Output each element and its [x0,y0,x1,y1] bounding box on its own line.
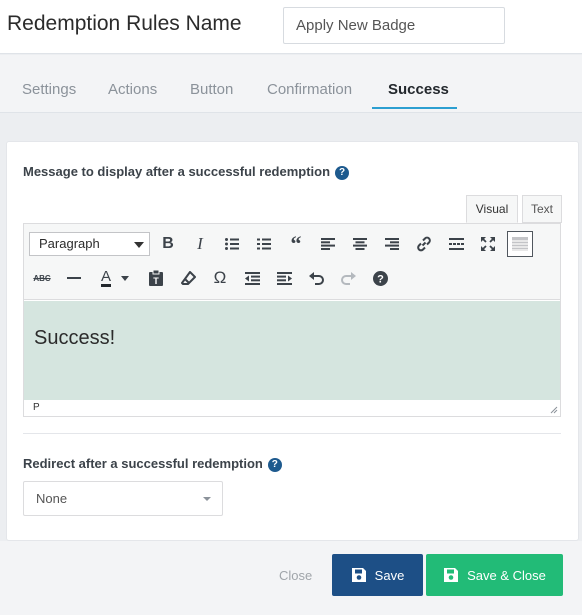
text-color-icon[interactable]: A [94,266,118,290]
tab-success[interactable]: Success [388,81,449,98]
indent-icon[interactable] [272,266,296,290]
align-left-icon[interactable] [316,232,340,256]
editor-statusbar: P [24,400,560,416]
align-center-icon[interactable] [348,232,372,256]
save-button-label: Save [374,567,405,583]
special-character-icon[interactable]: Ω [208,266,232,290]
redirect-select[interactable]: None [23,481,223,516]
format-select-value: Paragraph [39,236,100,251]
redirect-label-text: Redirect after a successful redemption [23,456,263,471]
rule-name-input[interactable] [283,7,505,44]
tab-settings[interactable]: Settings [22,81,76,98]
floppy-disk-icon [351,568,366,582]
editor-content-area[interactable]: Success! [24,301,560,400]
save-and-close-button-label: Save & Close [467,567,546,583]
text-color-dropdown[interactable] [118,266,132,290]
message-help-icon[interactable]: ? [335,166,350,180]
tab-bar: Settings Actions Button Confirmation Suc… [0,55,582,113]
help-icon[interactable]: ? [368,266,392,290]
redirect-select-value: None [36,491,68,506]
redirect-help-icon[interactable]: ? [267,458,282,472]
text-color-letter: A [100,267,111,287]
redo-icon[interactable] [336,266,360,290]
section-divider [23,433,561,434]
toolbar-toggle-icon[interactable] [507,231,533,257]
numbered-list-icon[interactable] [252,232,276,256]
page-title: Redemption Rules Name [7,12,242,35]
text-mode-tab[interactable]: Text [522,195,562,223]
visual-mode-tab[interactable]: Visual [466,195,518,223]
undo-icon[interactable] [304,266,328,290]
success-card: Message to display after a successful re… [6,141,579,541]
message-label-text: Message to display after a successful re… [23,164,331,179]
tab-actions[interactable]: Actions [108,81,157,98]
bold-icon[interactable]: B [156,232,180,256]
message-label: Message to display after a successful re… [23,164,350,180]
tab-button[interactable]: Button [190,81,233,98]
link-icon[interactable] [412,232,436,256]
tab-confirmation[interactable]: Confirmation [267,81,352,98]
read-more-icon[interactable] [444,232,468,256]
fullscreen-icon[interactable] [476,232,500,256]
outdent-icon[interactable] [240,266,264,290]
header: Redemption Rules Name [0,0,582,54]
save-and-close-button[interactable]: Save & Close [426,554,563,596]
blockquote-icon[interactable]: “ [284,231,308,256]
save-button[interactable]: Save [332,554,423,596]
chevron-down-icon [203,497,211,501]
svg-text:?: ? [377,273,384,285]
clear-formatting-icon[interactable] [176,266,200,290]
italic-icon[interactable]: I [188,232,212,256]
close-button[interactable]: Close [279,568,312,583]
bullet-list-icon[interactable] [220,232,244,256]
element-path[interactable]: P [33,402,40,413]
paste-text-icon[interactable]: T [144,266,168,290]
svg-text:T: T [153,276,159,286]
resize-handle-icon[interactable] [550,406,558,414]
horizontal-line-icon[interactable] [62,266,86,290]
footer: Close Save Save & Close [0,541,582,615]
editor-content-text: Success! [34,327,116,349]
strikethrough-icon[interactable]: ABC [30,266,54,290]
paragraph-format-select[interactable]: Paragraph [29,232,150,256]
align-right-icon[interactable] [380,232,404,256]
redirect-label: Redirect after a successful redemption? [23,456,282,472]
rich-text-editor: Paragraph B I “ ABC A T Ω ? Success! P [23,223,561,417]
editor-toolbar: Paragraph B I “ ABC A T Ω ? [24,224,560,300]
chevron-down-icon [134,242,144,248]
floppy-disk-icon [444,568,459,582]
active-tab-indicator [372,107,457,109]
